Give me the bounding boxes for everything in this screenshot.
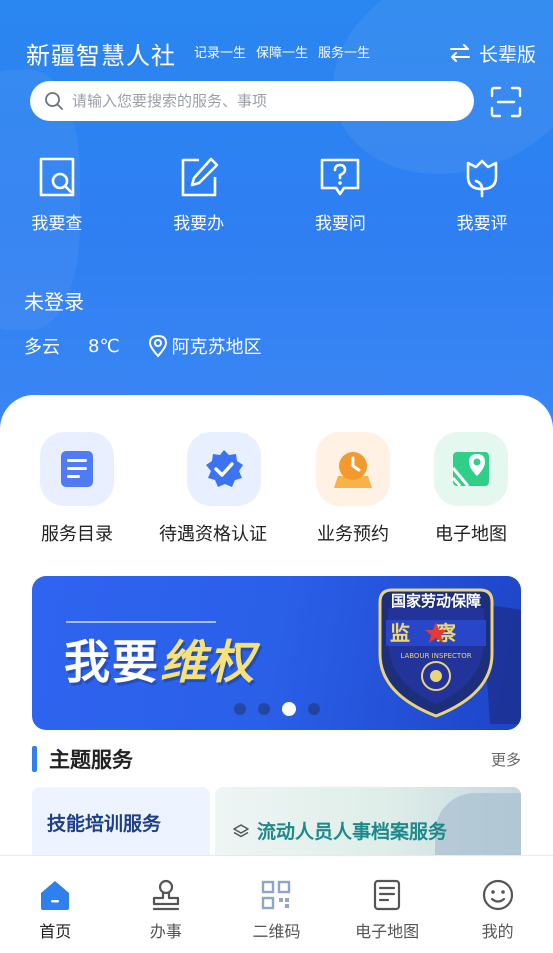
quick-action-ask[interactable]: 我要问 bbox=[270, 155, 412, 234]
search-icon bbox=[45, 92, 63, 110]
banner-title-accent: 维权 bbox=[160, 635, 256, 689]
service-label: 服务目录 bbox=[41, 524, 113, 545]
scan-icon[interactable] bbox=[490, 86, 522, 118]
home-icon bbox=[41, 881, 70, 910]
service-e-map[interactable]: 电子地图 bbox=[434, 432, 508, 546]
banner-title-main: 我要 bbox=[64, 635, 160, 689]
search-doc-icon bbox=[39, 157, 75, 197]
theme-card-personnel-archives[interactable]: 流动人员人事档案服务 bbox=[215, 787, 521, 857]
search-bar[interactable] bbox=[30, 81, 474, 121]
quick-action-rate[interactable]: 我要评 bbox=[411, 155, 553, 234]
promo-banner[interactable]: 我要维权 国家劳动保障 监察 LABOUR INSPECTOR bbox=[32, 576, 521, 730]
banner-title: 我要维权 bbox=[64, 626, 256, 692]
service-qualification-verify[interactable]: 待遇资格认证 bbox=[159, 432, 267, 546]
tab-label: 首页 bbox=[39, 922, 72, 941]
question-icon bbox=[321, 158, 360, 196]
carousel-dot-active[interactable] bbox=[282, 702, 296, 716]
banner-decoration bbox=[66, 621, 216, 623]
slogans: 记录一生 保障一生 服务一生 bbox=[194, 42, 370, 61]
clock-calendar-icon bbox=[316, 432, 390, 506]
weather-condition: 多云 bbox=[24, 337, 60, 358]
weather-info: 多云 8℃ 阿克苏地区 bbox=[24, 333, 262, 359]
card-photo bbox=[435, 793, 521, 857]
theme-card-label-wrap: 流动人员人事档案服务 bbox=[233, 817, 447, 844]
top-bar: 新疆智慧人社 记录一生 保障一生 服务一生 长辈版 bbox=[26, 36, 536, 70]
theme-card-label: 技能培训服务 bbox=[47, 813, 162, 835]
switch-arrows-icon bbox=[449, 44, 470, 62]
tab-label: 办事 bbox=[149, 922, 182, 941]
verify-badge-icon bbox=[187, 432, 261, 506]
slogan: 保障一生 bbox=[256, 45, 309, 61]
slogan: 服务一生 bbox=[318, 45, 371, 61]
app-title: 新疆智慧人社 bbox=[26, 41, 176, 70]
tulip-icon bbox=[466, 159, 498, 198]
location[interactable]: 阿克苏地区 bbox=[148, 333, 262, 359]
quick-action-query[interactable]: 我要查 bbox=[0, 155, 128, 234]
badge-top-text: 国家劳动保障 bbox=[391, 592, 481, 610]
carousel-dot[interactable] bbox=[234, 703, 246, 715]
tab-affairs[interactable]: 办事 bbox=[111, 856, 222, 953]
section-accent-bar bbox=[32, 746, 37, 772]
tab-label: 我的 bbox=[481, 922, 514, 941]
quick-action-label: 我要评 bbox=[456, 214, 508, 234]
tab-qrcode[interactable]: 二维码 bbox=[221, 856, 332, 953]
quick-action-label: 我要查 bbox=[31, 214, 83, 234]
elder-mode-label: 长辈版 bbox=[478, 43, 536, 66]
quick-action-label: 我要办 bbox=[173, 214, 225, 234]
carousel-indicator bbox=[234, 702, 320, 716]
map-pin-icon bbox=[434, 432, 508, 506]
location-name: 阿克苏地区 bbox=[171, 337, 262, 358]
carousel-dot[interactable] bbox=[258, 703, 270, 715]
tab-mine[interactable]: 我的 bbox=[442, 856, 553, 953]
layers-icon bbox=[233, 823, 249, 837]
elder-mode-button[interactable]: 长辈版 bbox=[449, 40, 536, 67]
theme-service-header: 主题服务 更多 bbox=[32, 744, 521, 774]
quick-action-handle[interactable]: 我要办 bbox=[128, 155, 270, 234]
theme-card-skill-training[interactable]: 技能培训服务 bbox=[32, 787, 210, 857]
service-label: 电子地图 bbox=[435, 524, 507, 545]
carousel-dot[interactable] bbox=[308, 703, 320, 715]
quick-action-label: 我要问 bbox=[314, 214, 366, 234]
smile-face-icon bbox=[482, 879, 513, 911]
theme-card-label: 流动人员人事档案服务 bbox=[257, 821, 448, 843]
edit-icon bbox=[181, 157, 218, 197]
map-doc-icon bbox=[373, 879, 401, 911]
service-catalog[interactable]: 服务目录 bbox=[40, 432, 114, 546]
qrcode-icon bbox=[262, 880, 291, 910]
service-label: 待遇资格认证 bbox=[159, 524, 267, 545]
slogan: 记录一生 bbox=[194, 45, 247, 61]
tab-home[interactable]: 首页 bbox=[0, 856, 111, 953]
badge-sub-text: LABOUR INSPECTOR bbox=[400, 652, 471, 660]
more-link[interactable]: 更多 bbox=[491, 749, 521, 770]
weather-temperature: 8℃ bbox=[88, 335, 120, 357]
service-label: 业务预约 bbox=[317, 524, 389, 545]
tab-label: 二维码 bbox=[252, 922, 301, 941]
quick-actions: 我要查 我要办 我要问 我要评 bbox=[0, 155, 553, 234]
labor-inspection-badge-icon: 国家劳动保障 监察 LABOUR INSPECTOR bbox=[378, 588, 521, 724]
search-input[interactable] bbox=[72, 92, 452, 110]
stamp-icon bbox=[152, 879, 179, 911]
tab-e-map[interactable]: 电子地图 bbox=[332, 856, 443, 953]
section-title: 主题服务 bbox=[49, 748, 133, 772]
tab-label: 电子地图 bbox=[355, 922, 420, 941]
service-appointment[interactable]: 业务预约 bbox=[316, 432, 390, 546]
location-pin-icon bbox=[148, 334, 167, 358]
login-status[interactable]: 未登录 bbox=[24, 286, 84, 315]
catalog-icon bbox=[40, 432, 114, 506]
bottom-tab-bar: 首页 办事 二维码 电子地图 我的 bbox=[0, 855, 553, 953]
